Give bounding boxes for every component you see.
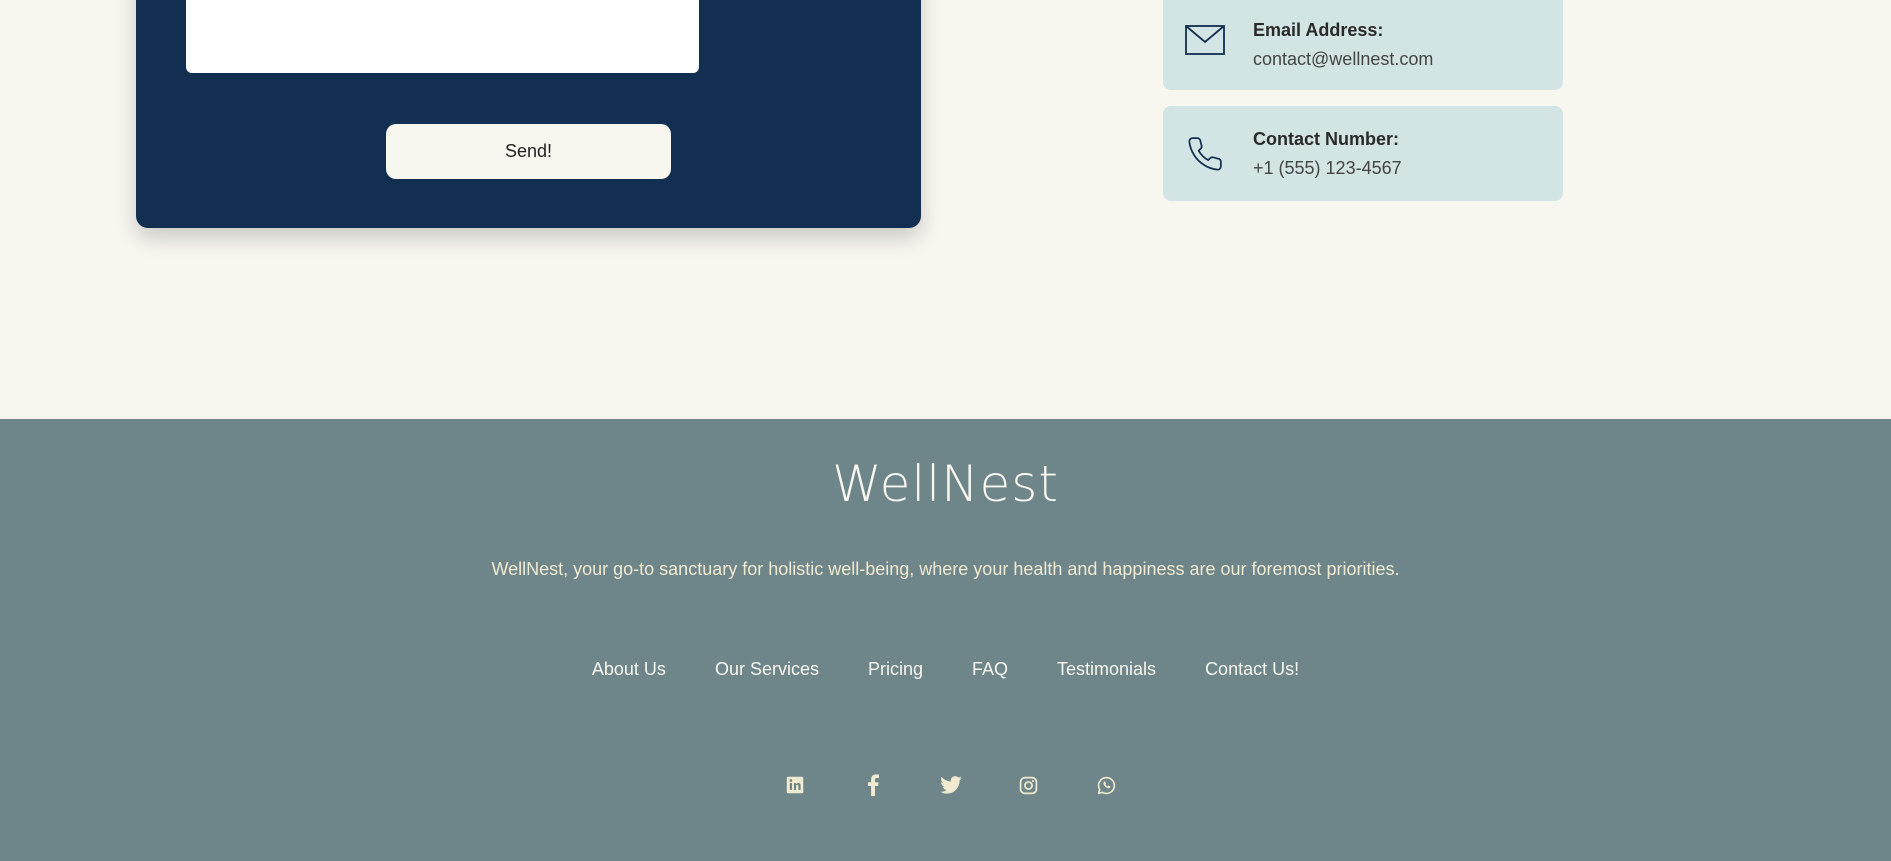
whatsapp-icon[interactable]: [1096, 774, 1118, 796]
instagram-icon[interactable]: [1018, 774, 1040, 796]
footer-tagline: WellNest, your go-to sanctuary for holis…: [491, 559, 1400, 579]
phone-label: Contact Number:: [1253, 128, 1400, 149]
social-links: [0, 774, 1891, 796]
facebook-icon[interactable]: [862, 774, 884, 796]
phone-icon: [1183, 132, 1227, 176]
twitter-icon[interactable]: [939, 774, 962, 796]
message-textarea[interactable]: [186, 0, 699, 73]
footer-link-pricing[interactable]: Pricing: [868, 659, 923, 680]
linkedin-icon[interactable]: [784, 774, 806, 796]
envelope-icon: [1183, 18, 1227, 62]
email-label: Email Address:: [1253, 20, 1384, 40]
footer-nav: About Us Our Services Pricing FAQ Testim…: [0, 659, 1891, 680]
email-value: contact@wellnest.com: [1253, 49, 1434, 69]
footer-brand-logo[interactable]: WellNest: [0, 455, 1891, 513]
send-button[interactable]: Send!: [386, 124, 671, 179]
contact-form-card: Send!: [136, 0, 921, 228]
phone-value: +1 (555) 123-4567: [1253, 157, 1402, 178]
email-info-card: Email Address: contact@wellnest.com: [1163, 0, 1563, 90]
footer-link-testimonials[interactable]: Testimonials: [1057, 659, 1156, 680]
footer-link-about-us[interactable]: About Us: [592, 659, 666, 680]
footer-link-contact-us[interactable]: Contact Us!: [1205, 659, 1299, 680]
footer-link-our-services[interactable]: Our Services: [715, 659, 819, 680]
site-footer: WellNest WellNest, your go-to sanctuary …: [0, 419, 1891, 861]
footer-link-faq[interactable]: FAQ: [972, 659, 1008, 680]
phone-info-card: Contact Number: +1 (555) 123-4567: [1163, 106, 1563, 201]
